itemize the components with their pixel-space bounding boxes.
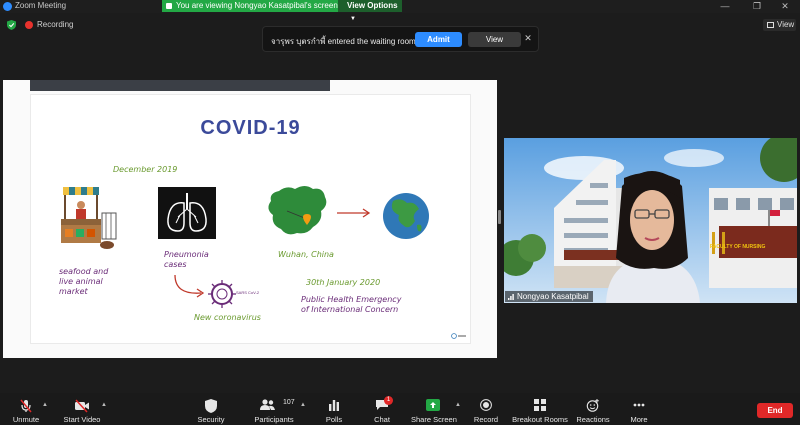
view-layout-label: View: [777, 20, 795, 29]
view-options-button[interactable]: View Options ▼: [338, 0, 402, 22]
new-coronavirus-label: New coronavirus: [194, 313, 261, 322]
close-window-button[interactable]: ✕: [770, 0, 800, 13]
view-waiting-button[interactable]: View: [468, 32, 521, 47]
globe-icon: [383, 193, 429, 239]
view-layout-button[interactable]: View: [763, 19, 796, 31]
title-bar: Zoom Meeting You are viewing Nongyao Kas…: [0, 0, 800, 22]
right-arrow-icon: [337, 208, 371, 218]
record-icon: [480, 399, 492, 411]
reactions-icon: [586, 399, 599, 412]
maximize-button[interactable]: ❐: [742, 0, 772, 13]
participant-name: Nongyao Kasatpibal: [517, 292, 589, 301]
date-december-2019: December 2019: [113, 165, 178, 174]
breakout-rooms-button[interactable]: Breakout Rooms: [512, 393, 568, 425]
security-button[interactable]: Security: [194, 393, 228, 425]
participant-name-tag: Nongyao Kasatpibal: [505, 291, 593, 302]
chat-unread-badge: 1: [384, 396, 393, 405]
participant-video-frame: [504, 138, 797, 303]
breakout-rooms-label: Breakout Rooms: [512, 415, 568, 424]
split-view-handle[interactable]: [498, 210, 501, 224]
china-map-icon: [268, 186, 327, 235]
breakout-rooms-icon: [534, 399, 546, 411]
microphone-muted-icon: [20, 399, 32, 413]
participants-button[interactable]: 107 Participants: [252, 393, 296, 425]
security-shield-icon[interactable]: [7, 20, 16, 30]
polls-icon: [329, 400, 339, 411]
wuhan-label: Wuhan, China: [278, 250, 334, 259]
emergency-date-label: 30th January 2020: [306, 278, 381, 287]
share-options-chevron-icon[interactable]: ▲: [455, 402, 461, 408]
viewing-screen-message: You are viewing Nongyao Kasatpibal's scr…: [176, 1, 338, 10]
window-title: Zoom Meeting: [15, 1, 67, 10]
security-icon: [205, 399, 217, 413]
share-screen-button[interactable]: Share Screen: [411, 393, 457, 425]
slide-title: COVID-19: [200, 117, 301, 139]
audio-options-chevron-icon[interactable]: ▲: [42, 402, 48, 408]
presentation-slide: COVID-19 December 2019 seafood and live …: [30, 94, 471, 344]
chat-label: Chat: [374, 415, 390, 424]
record-label: Record: [473, 415, 499, 424]
waiting-room-notification: จารุพร บุตรกำพี้ entered the waiting roo…: [262, 26, 539, 52]
participants-label: Participants: [254, 415, 294, 424]
admit-button[interactable]: Admit: [415, 32, 462, 47]
signal-bars-icon: [508, 294, 514, 300]
building-sign: FACULTY OF NURSING: [710, 244, 766, 250]
zoom-logo-icon: [3, 2, 12, 11]
virus-badge: SARS CoV-2: [236, 290, 260, 295]
more-button[interactable]: More: [626, 393, 652, 425]
market-stall-icon: [61, 187, 117, 249]
start-video-button[interactable]: Start Video: [60, 393, 104, 425]
more-dots-icon: [633, 403, 645, 407]
recording-label: Recording: [37, 20, 74, 29]
pneumonia-label: Pneumonia cases: [164, 250, 209, 269]
presenter-window-bar: [30, 80, 330, 91]
participant-video[interactable]: FACULTY OF NURSING Nongyao Kasatpibal: [504, 138, 797, 303]
start-video-label: Start Video: [63, 415, 101, 424]
close-notification-button[interactable]: ✕: [521, 33, 535, 44]
lungs-image: [158, 187, 216, 239]
video-options-chevron-icon[interactable]: ▲: [101, 402, 107, 408]
minimize-button[interactable]: —: [710, 0, 740, 13]
reactions-label: Reactions: [576, 415, 610, 424]
polls-label: Polls: [325, 415, 343, 424]
screen-share-icon: [166, 3, 172, 9]
record-button[interactable]: Record: [471, 393, 501, 425]
zoom-window: Zoom Meeting You are viewing Nongyao Kas…: [0, 0, 800, 425]
emergency-label: Public Health Emergency of International…: [301, 295, 402, 314]
unmute-label: Unmute: [12, 415, 40, 424]
shared-screen: COVID-19 December 2019 seafood and live …: [3, 80, 497, 358]
chat-button[interactable]: 1 Chat: [368, 393, 396, 425]
virus-icon: [208, 280, 236, 308]
curved-arrow-icon: [174, 274, 205, 298]
video-off-icon: [75, 399, 89, 413]
waiting-room-message: จารุพร บุตรกำพี้ entered the waiting roo…: [271, 37, 416, 46]
meeting-toolbar: Unmute ▲ Start Video ▲ Security 107 Part…: [0, 393, 800, 425]
market-label: seafood and live animal market: [59, 267, 109, 296]
chevron-down-icon: ▼: [350, 16, 356, 22]
participants-icon: [259, 399, 275, 410]
more-label: More: [630, 415, 648, 424]
polls-button[interactable]: Polls: [320, 393, 348, 425]
end-meeting-button[interactable]: End: [757, 403, 793, 418]
participants-count: 107: [283, 399, 295, 406]
share-screen-icon: [426, 399, 440, 411]
participants-options-chevron-icon[interactable]: ▲: [300, 402, 306, 408]
share-screen-label: Share Screen: [411, 415, 457, 424]
view-options-label: View Options: [347, 1, 398, 10]
recording-icon: [25, 21, 33, 29]
reactions-button[interactable]: Reactions: [576, 393, 610, 425]
unmute-button[interactable]: Unmute: [6, 393, 46, 425]
lungs-icon: [167, 193, 207, 232]
who-logo-icon: [451, 333, 466, 339]
security-label: Security: [197, 415, 225, 424]
gallery-grid-icon: [767, 22, 774, 28]
